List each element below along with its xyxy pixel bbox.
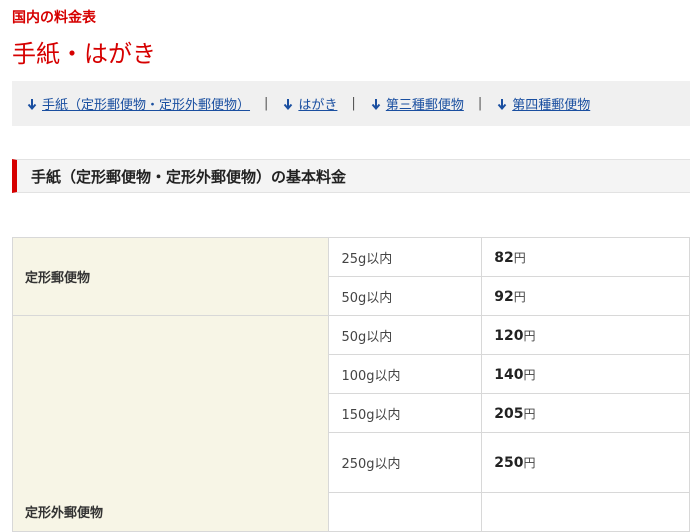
weight-cell bbox=[328, 492, 483, 532]
nav-link-label: はがき bbox=[298, 98, 338, 113]
weight-cell: 100g以内 bbox=[328, 354, 483, 394]
nav-link-label: 手紙（定形郵便物・定形外郵便物） bbox=[42, 98, 251, 113]
yen-unit: 円 bbox=[523, 367, 536, 382]
yen-unit: 円 bbox=[523, 406, 536, 421]
nav-link-letters[interactable]: 手紙（定形郵便物・定形外郵便物） bbox=[26, 94, 250, 113]
yen-unit: 円 bbox=[513, 250, 526, 265]
weight-cell: 25g以内 bbox=[328, 237, 483, 277]
price-value: 250 bbox=[494, 455, 524, 471]
price-cell: 92円 bbox=[481, 276, 690, 316]
weight-cell: 150g以内 bbox=[328, 393, 483, 433]
nav-link-fourth-class[interactable]: 第四種郵便物 bbox=[496, 94, 590, 113]
yen-unit: 円 bbox=[513, 289, 526, 304]
page-title: 手紙・はがき bbox=[12, 40, 156, 68]
price-value: 205 bbox=[494, 405, 524, 422]
nav-link-postcards[interactable]: はがき bbox=[282, 94, 337, 113]
price-value: 120 bbox=[494, 327, 524, 344]
category-cell: 定形外郵便物 bbox=[11, 315, 330, 532]
price-value: 82 bbox=[494, 249, 514, 266]
nav-separator: | bbox=[477, 96, 483, 111]
nav-link-third-class[interactable]: 第三種郵便物 bbox=[370, 94, 464, 113]
yen-unit: 円 bbox=[523, 456, 536, 470]
down-arrow-icon bbox=[371, 98, 381, 110]
weight-cell: 50g以内 bbox=[328, 315, 483, 355]
section-heading: 手紙（定形郵便物・定形外郵便物）の基本料金 bbox=[12, 159, 690, 193]
price-cell: 82円 bbox=[481, 237, 690, 277]
rate-table: 定形郵便物 25g以内 82円 50g以内 92円 定形外郵便物 50g以内 1… bbox=[11, 237, 690, 532]
down-arrow-icon bbox=[284, 98, 293, 110]
nav-separator: | bbox=[264, 96, 269, 111]
category-cell: 定形郵便物 bbox=[11, 237, 330, 316]
yen-unit: 円 bbox=[523, 328, 536, 343]
weight-cell: 50g以内 bbox=[328, 276, 483, 316]
price-cell: 250円 bbox=[481, 432, 690, 493]
down-arrow-icon bbox=[27, 98, 37, 110]
price-value: 140 bbox=[494, 366, 524, 383]
price-cell bbox=[481, 492, 690, 532]
down-arrow-icon bbox=[497, 98, 507, 110]
nav-separator: | bbox=[351, 96, 356, 111]
table-row: 定形外郵便物 50g以内 120円 bbox=[11, 315, 690, 532]
table-row: 定形郵便物 25g以内 82円 bbox=[11, 237, 690, 316]
weight-cell: 250g以内 bbox=[328, 432, 483, 493]
anchor-nav: 手紙（定形郵便物・定形外郵便物） | はがき | 第三種郵便物 | 第四種郵便物 bbox=[12, 81, 690, 126]
price-cell: 120円 bbox=[481, 315, 690, 355]
nav-link-label: 第四種郵便物 bbox=[512, 98, 591, 113]
nav-link-label: 第三種郵便物 bbox=[385, 98, 464, 113]
breadcrumb: 国内の料金表 bbox=[12, 10, 96, 26]
price-cell: 205円 bbox=[481, 393, 690, 433]
price-value: 92 bbox=[494, 288, 514, 305]
price-cell: 140円 bbox=[481, 354, 690, 394]
